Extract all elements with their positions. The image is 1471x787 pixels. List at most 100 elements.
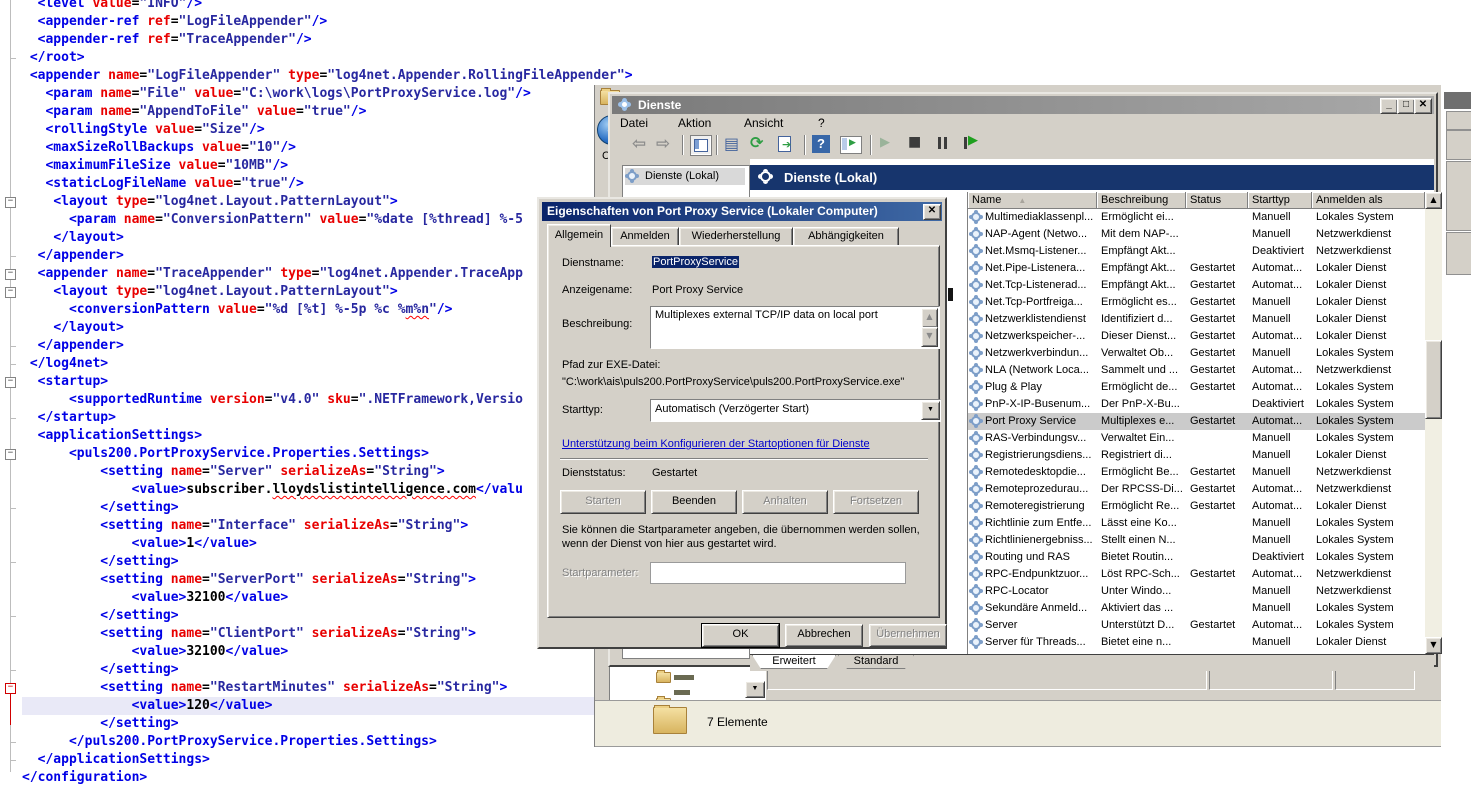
fold-box-icon[interactable]: − xyxy=(5,377,16,388)
folder-item-icon xyxy=(656,672,671,683)
service-row[interactable]: Netzwerkspeicher-...Dieser Dienst...Gest… xyxy=(968,328,1425,345)
back-icon[interactable]: ⇦ xyxy=(632,134,646,154)
explorer-dropdown-button[interactable]: ▼ xyxy=(745,681,765,698)
beschreibung-textbox[interactable]: Multiplexes external TCP/IP data on loca… xyxy=(650,306,940,349)
stop-service-icon[interactable]: ■ xyxy=(908,134,921,150)
service-row[interactable]: Routing und RASBietet Routin...Deaktivie… xyxy=(968,549,1425,566)
service-row[interactable]: PnP-X-IP-Busenum...Der PnP-X-Bu...Deakti… xyxy=(968,396,1425,413)
cell-start: Manuell xyxy=(1252,432,1312,444)
beschreibung-scroll-down[interactable]: ▼ xyxy=(921,327,938,347)
fold-box-icon[interactable]: − xyxy=(5,197,16,208)
service-row[interactable]: RAS-Verbindungsv...Verwaltet Ein...Manue… xyxy=(968,430,1425,447)
service-row[interactable]: RemoteregistrierungErmöglicht Re...Gesta… xyxy=(968,498,1425,515)
tab-wiederherstellung[interactable]: Wiederherstellung xyxy=(679,227,793,247)
service-row[interactable]: NAP-Agent (Netwo...Mit dem NAP-...Manuel… xyxy=(968,226,1425,243)
service-row[interactable]: Plug & PlayErmöglicht de...GestartetAuto… xyxy=(968,379,1425,396)
column-header-starttyp[interactable]: Starttyp xyxy=(1248,192,1312,209)
help-icon[interactable]: ? xyxy=(812,135,830,153)
code-line: </appender> xyxy=(22,337,595,355)
service-row[interactable]: RPC-Endpunktzuor...Löst RPC-Sch...Gestar… xyxy=(968,566,1425,583)
pfad-label: Pfad zur EXE-Datei: xyxy=(562,359,660,371)
refresh-icon[interactable]: ⟳ xyxy=(750,133,763,152)
dialog-titlebar[interactable]: Eigenschaften von Port Proxy Service (Lo… xyxy=(542,202,942,221)
close-button[interactable]: ✕ xyxy=(1414,98,1432,114)
column-header-name[interactable]: Name ▲ xyxy=(968,192,1097,209)
menu-item-?[interactable]: ? xyxy=(818,116,825,130)
service-row[interactable]: Net.Pipe-Listenera...Empfängt Akt...Gest… xyxy=(968,260,1425,277)
cell-desc: Verwaltet Ein... xyxy=(1101,432,1185,444)
code-line: <appender-ref ref="TraceAppender"/> xyxy=(22,31,595,49)
pane-splitter-mark[interactable] xyxy=(948,288,953,301)
forward-icon[interactable]: ⇨ xyxy=(656,134,670,154)
service-row[interactable]: Richtlinienergebniss...Stellt einen N...… xyxy=(968,532,1425,549)
service-row[interactable]: Remoteprozedurau...Der RPCSS-Di...Gestar… xyxy=(968,481,1425,498)
service-row[interactable]: Port Proxy ServiceMultiplexes e...Gestar… xyxy=(968,413,1425,430)
fold-box-icon[interactable]: − xyxy=(5,449,16,460)
column-header-beschreibung[interactable]: Beschreibung xyxy=(1097,192,1186,209)
tree-play-glyph: ▶ xyxy=(849,138,856,148)
menu-item-ansicht[interactable]: Ansicht xyxy=(744,116,783,130)
restart-service-icon[interactable]: ▶ xyxy=(964,136,980,150)
service-row[interactable]: Richtlinie zum Entfe...Lässt eine Ko...M… xyxy=(968,515,1425,532)
scroll-thumb[interactable] xyxy=(1425,340,1442,419)
tab-allgemein[interactable]: Allgemein xyxy=(547,224,611,247)
fold-box-icon[interactable]: − xyxy=(5,269,16,280)
column-header-anmelden-als[interactable]: Anmelden als xyxy=(1312,192,1425,209)
service-row[interactable]: Netzwerkverbindun...Verwaltet Ob...Gesta… xyxy=(968,345,1425,362)
menu-item-aktion[interactable]: Aktion xyxy=(678,116,711,130)
service-row[interactable]: Remotedesktopdie...Ermöglicht Be...Gesta… xyxy=(968,464,1425,481)
fortsetzen-button[interactable]: Fortsetzen xyxy=(833,490,919,514)
show-console-window-icon[interactable] xyxy=(690,135,712,156)
service-row[interactable]: Net.Msmq-Listener...Empfängt Akt...Deakt… xyxy=(968,243,1425,260)
service-row[interactable]: NetzwerklistendienstIdentifiziert d...Ge… xyxy=(968,311,1425,328)
code-line: <startup> xyxy=(22,373,595,391)
dialog-close-button[interactable]: ✕ xyxy=(923,204,941,220)
column-header-status[interactable]: Status xyxy=(1186,192,1248,209)
abbrechen-button[interactable]: Abbrechen xyxy=(785,624,863,647)
cell-name: Net.Pipe-Listenera... xyxy=(985,262,1095,274)
tab-abhaengigkeiten[interactable]: Abhängigkeiten xyxy=(793,227,899,247)
services-titlebar[interactable]: Dienste _ □ ✕ xyxy=(612,96,1434,114)
export-list-icon[interactable]: ➔ xyxy=(776,135,796,154)
tab-label: Standard xyxy=(854,655,899,667)
service-row[interactable]: Net.Tcp-Listenerad...Empfängt Akt...Gest… xyxy=(968,277,1425,294)
start-service-icon[interactable]: ▶ xyxy=(880,135,890,150)
tab-erweitert[interactable]: Erweitert xyxy=(752,655,836,669)
scroll-down-button[interactable]: ▼ xyxy=(1425,637,1442,654)
menu-item-datei[interactable]: Datei xyxy=(620,116,648,130)
ok-button[interactable]: OK xyxy=(702,624,779,647)
fold-box-icon[interactable]: − xyxy=(5,287,16,298)
dienstname-value[interactable]: PortProxyService xyxy=(652,256,739,268)
service-row[interactable]: Net.Tcp-Portfreiga...Ermöglicht es...Ges… xyxy=(968,294,1425,311)
cell-name: Richtlinie zum Entfe... xyxy=(985,517,1095,529)
starttyp-combobox[interactable]: Automatisch (Verzögerter Start) ▼ xyxy=(650,399,941,422)
console-tree-item-dienste-lokal[interactable]: Dienste (Lokal) xyxy=(625,168,745,185)
anhalten-button[interactable]: Anhalten xyxy=(742,490,828,514)
tab-standard[interactable]: Standard xyxy=(838,655,914,669)
pause-service-icon[interactable] xyxy=(938,137,948,149)
properties-icon[interactable]: ▤ xyxy=(724,134,739,153)
uebernehmen-button[interactable]: Übernehmen xyxy=(869,624,947,647)
cell-desc: Ermöglicht Be... xyxy=(1101,466,1185,478)
service-row[interactable]: RPC-LocatorUnter Windo...ManuellNetzwerk… xyxy=(968,583,1425,600)
tab-anmelden[interactable]: Anmelden xyxy=(611,227,679,247)
starten-button[interactable]: Starten xyxy=(560,490,646,514)
service-row[interactable]: Server für Threads...Bietet eine n...Man… xyxy=(968,634,1425,651)
startparameter-input[interactable] xyxy=(650,562,906,584)
maximize-button[interactable]: □ xyxy=(1397,98,1415,114)
service-row[interactable]: Sekundäre Anmeld...Aktiviert das ...Manu… xyxy=(968,600,1425,617)
service-row[interactable]: Registrierungsdiens...Registriert di...M… xyxy=(968,447,1425,464)
minimize-button[interactable]: _ xyxy=(1380,98,1398,114)
service-row[interactable]: NLA (Network Loca...Sammelt und ...Gesta… xyxy=(968,362,1425,379)
services-scrollbar[interactable]: ▲ ▼ xyxy=(1425,192,1442,654)
scroll-up-button[interactable]: ▲ xyxy=(1425,192,1442,209)
beschreibung-scroll-up[interactable]: ▲ xyxy=(921,308,938,328)
starttyp-dropdown-button[interactable]: ▼ xyxy=(921,401,940,420)
tab-label: Abhängigkeiten xyxy=(808,230,884,242)
service-row[interactable]: Multimediaklassenpl...Ermöglicht ei...Ma… xyxy=(968,209,1425,226)
beenden-button[interactable]: Beenden xyxy=(651,490,737,514)
show-hide-tree-icon[interactable]: ▶ xyxy=(840,136,862,154)
service-gear-icon xyxy=(971,246,981,256)
service-row[interactable]: ServerUnterstützt D...GestartetAutomat..… xyxy=(968,617,1425,634)
startoptionen-link[interactable]: Unterstützung beim Konfigurieren der Sta… xyxy=(562,438,870,450)
